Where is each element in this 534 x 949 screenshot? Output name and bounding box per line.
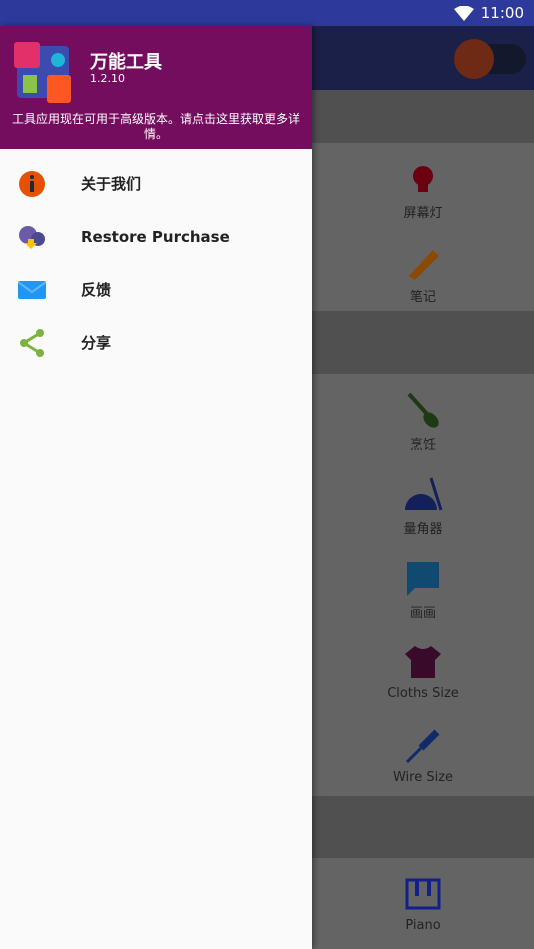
tool-cloths-size[interactable]: Cloths Size	[312, 632, 534, 716]
app-name: 万能工具	[90, 52, 162, 73]
list-view-icon[interactable]	[454, 39, 494, 79]
screwdriver-icon	[405, 729, 440, 764]
tool-notes[interactable]: 笔记	[312, 232, 534, 316]
menu-restore-purchase[interactable]: Restore Purchase	[0, 210, 312, 263]
menu-about-us[interactable]: 关于我们	[0, 157, 312, 210]
piano-icon	[405, 878, 441, 910]
tool-drawing[interactable]: 画画	[312, 548, 534, 632]
drawer-header[interactable]: 万能工具 1.2.10 工具应用现在可用于高级版本。请点击这里获取更多详情。	[0, 26, 312, 149]
mail-icon	[18, 280, 46, 299]
pencil-icon	[409, 250, 439, 280]
menu-share[interactable]: 分享	[0, 316, 312, 369]
app-logo-icon	[14, 42, 71, 103]
cloud-download-icon	[19, 225, 45, 249]
tool-screen-light[interactable]: 屏幕灯	[312, 148, 534, 232]
drawing-icon	[407, 562, 439, 596]
tool-protractor[interactable]: 量角器	[312, 464, 534, 548]
menu-feedback[interactable]: 反馈	[0, 263, 312, 316]
premium-promo[interactable]: 工具应用现在可用于高级版本。请点击这里获取更多详情。	[6, 112, 306, 142]
shirt-icon	[405, 646, 441, 678]
navigation-drawer: 万能工具 1.2.10 工具应用现在可用于高级版本。请点击这里获取更多详情。 关…	[0, 26, 312, 949]
tool-cooking[interactable]: 烹饪	[312, 380, 534, 464]
bulb-icon	[413, 166, 433, 192]
tool-piano[interactable]: Piano	[312, 864, 534, 948]
info-icon	[19, 170, 45, 197]
share-icon	[20, 328, 44, 357]
wifi-icon	[454, 6, 474, 21]
clock: 11:00	[480, 4, 524, 22]
tool-wire-size[interactable]: Wire Size	[312, 716, 534, 800]
status-bar: 11:00	[0, 0, 534, 26]
app-version: 1.2.10	[90, 72, 125, 85]
spatula-icon	[407, 392, 439, 428]
view-toggle[interactable]	[454, 39, 526, 79]
protractor-icon	[405, 477, 443, 511]
